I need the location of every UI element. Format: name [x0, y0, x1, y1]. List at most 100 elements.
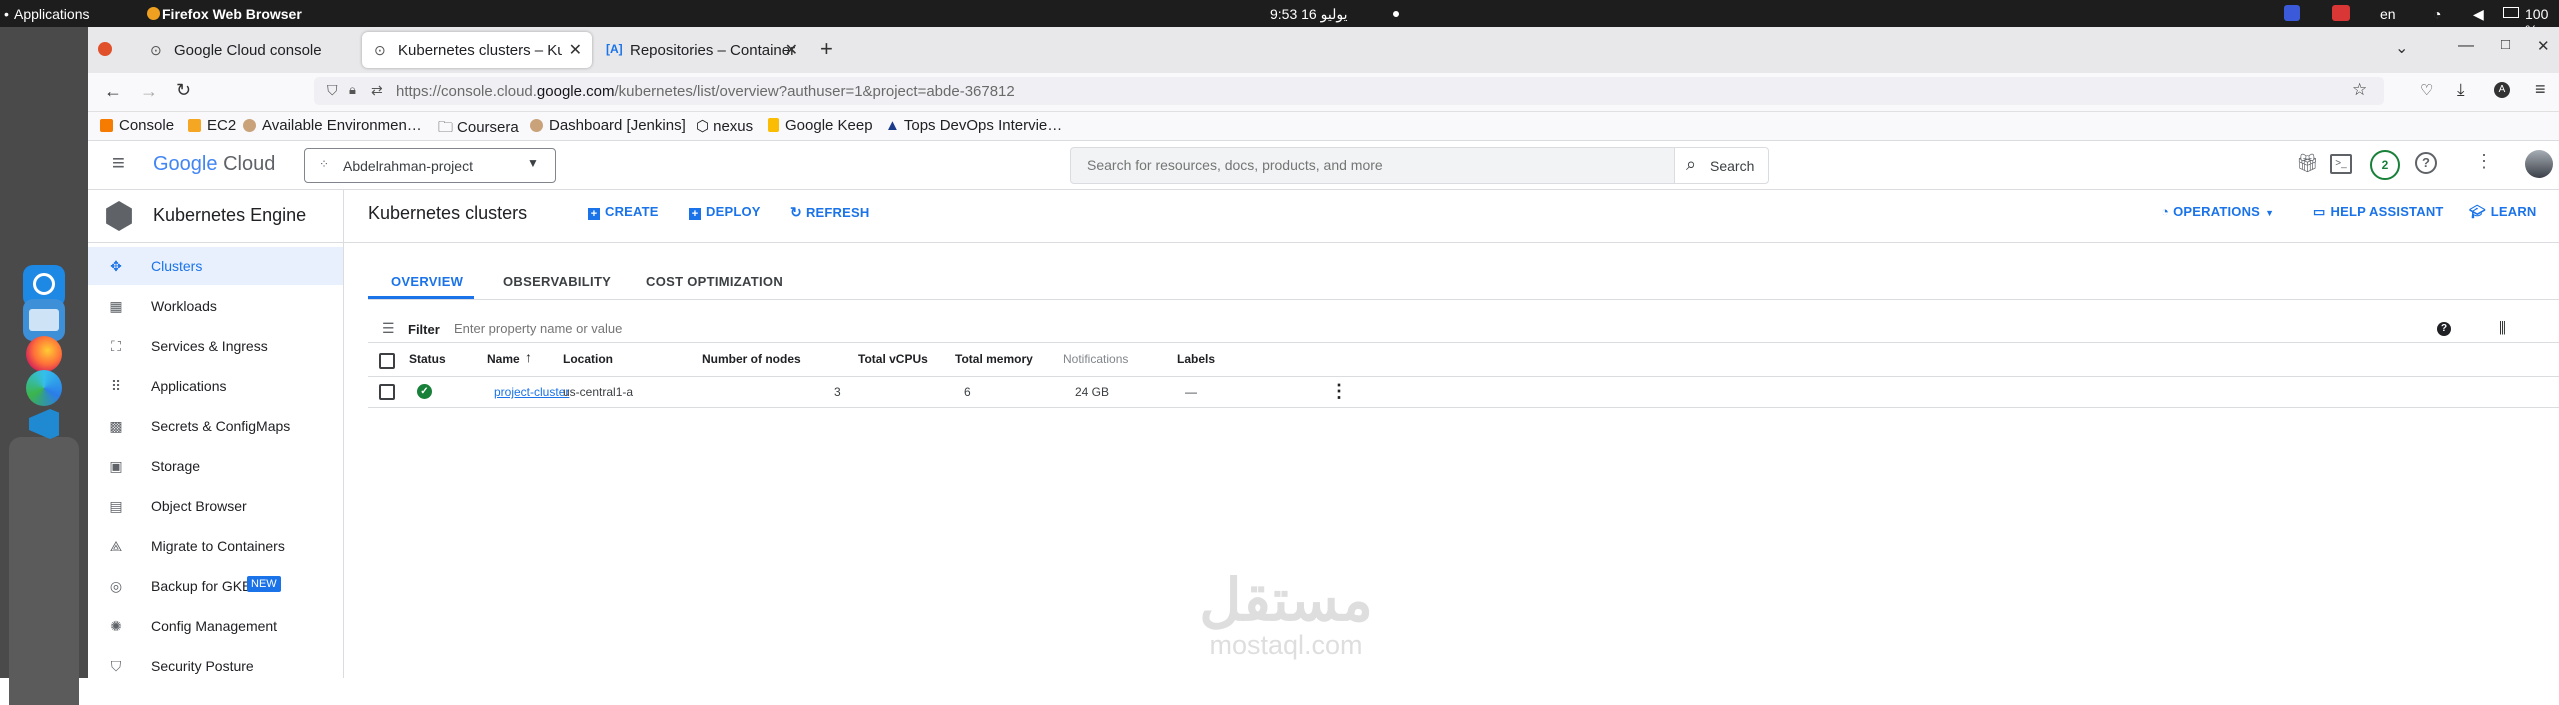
- bookmark-jenkins[interactable]: Dashboard [Jenkins]: [530, 117, 686, 134]
- column-notifications[interactable]: Notifications: [1063, 352, 1128, 366]
- bookmark-devops-interview[interactable]: ▲ Tops DevOps Intervie…: [885, 117, 1062, 134]
- back-icon[interactable]: ←: [104, 81, 122, 102]
- reload-icon[interactable]: ↻: [176, 80, 191, 101]
- bookmark-star-icon[interactable]: ☆: [2352, 80, 2367, 100]
- wifi-icon[interactable]: ◔: [2433, 6, 2441, 22]
- help-circle-icon[interactable]: ?: [2437, 322, 2451, 336]
- pocket-icon[interactable]: ♡: [2420, 81, 2433, 99]
- tab-kubernetes-clusters[interactable]: ⊙ Kubernetes clusters – Kub ✕: [362, 32, 592, 68]
- create-button[interactable]: + CREATE: [588, 204, 659, 220]
- sidebar-item-label: Secrets & ConfigMaps: [151, 418, 291, 434]
- select-all-checkbox[interactable]: [379, 353, 395, 369]
- maximize-window-icon[interactable]: □: [2501, 36, 2510, 53]
- tab-cost-optimization[interactable]: COST OPTIMIZATION: [646, 274, 783, 289]
- watermark-text: mostaql.com: [1209, 630, 1363, 660]
- shield-icon[interactable]: ⛉: [327, 82, 338, 99]
- learn-button[interactable]: 🎓︎ LEARN: [2469, 204, 2537, 220]
- sidebar-item-services-ingress[interactable]: ⛶ Services & Ingress: [88, 327, 343, 365]
- help-icon[interactable]: ?: [2415, 152, 2437, 174]
- bookmark-ec2[interactable]: EC2: [188, 117, 236, 134]
- sidebar-item-security-posture[interactable]: ⛉ Security Posture: [88, 647, 343, 685]
- column-labels[interactable]: Labels: [1177, 352, 1215, 366]
- page-title: Kubernetes clusters: [368, 203, 528, 223]
- url-text[interactable]: https://console.cloud.google.com/kuberne…: [396, 83, 1015, 100]
- help-assistant-button[interactable]: ▭ HELP ASSISTANT: [2313, 204, 2444, 220]
- tabs-divider: [368, 299, 2559, 300]
- main-menu-icon[interactable]: ≡: [112, 150, 125, 176]
- activities-menu[interactable]: Applications: [14, 6, 90, 22]
- column-status[interactable]: Status: [409, 352, 446, 366]
- forward-icon[interactable]: →: [140, 81, 158, 102]
- avatar[interactable]: [2525, 150, 2553, 178]
- search-button[interactable]: ⌕ Search: [1674, 147, 1769, 184]
- google-cloud-logo[interactable]: Google Cloud: [153, 153, 275, 176]
- battery-icon[interactable]: [2503, 7, 2519, 18]
- sidebar-item-applications[interactable]: ⠿ Applications: [88, 367, 343, 405]
- column-display-icon[interactable]: ⫼: [2499, 320, 2506, 337]
- url-bar[interactable]: ⛉ 🔒︎ ⇄ https://console.cloud.google.com/…: [314, 77, 2384, 105]
- tray-video-icon[interactable]: [2332, 5, 2350, 21]
- row-checkbox[interactable]: [379, 384, 395, 400]
- bookmark-google-keep[interactable]: Google Keep: [768, 117, 873, 134]
- deploy-button[interactable]: + DEPLOY: [689, 204, 761, 220]
- tab-repositories[interactable]: [A] Repositories – Container ✕: [594, 32, 890, 68]
- tab-overview[interactable]: OVERVIEW: [391, 274, 463, 289]
- close-tab-icon[interactable]: ✕: [785, 40, 798, 60]
- sidebar-item-storage[interactable]: ▣ Storage: [88, 447, 343, 485]
- cloud-shell-icon[interactable]: >_: [2330, 154, 2352, 174]
- search-icon: ⌕: [1686, 154, 1697, 174]
- column-number-of-nodes[interactable]: Number of nodes: [702, 352, 801, 366]
- bookmark-nexus[interactable]: ⬡ nexus: [696, 117, 753, 135]
- sidebar-item-backup-for-gke[interactable]: ◎ Backup for GKE NEW: [88, 567, 343, 605]
- more-vert-icon[interactable]: ⋮: [2475, 151, 2493, 172]
- column-total-vcpus[interactable]: Total vCPUs: [858, 352, 928, 366]
- column-total-memory[interactable]: Total memory: [955, 352, 1033, 366]
- sidebar-item-workloads[interactable]: ▦ Workloads: [88, 287, 343, 325]
- app-menu-icon[interactable]: ≡: [2535, 79, 2546, 100]
- bookmark-label: Console: [119, 117, 175, 134]
- sort-ascending-icon[interactable]: ↑: [525, 349, 532, 365]
- sidebar-item-migrate-to-containers[interactable]: ⟁ Migrate to Containers: [88, 527, 343, 565]
- new-tab-button[interactable]: +: [820, 36, 833, 62]
- clusters-icon: ✥: [110, 258, 122, 274]
- firefox-view-icon[interactable]: [98, 42, 112, 56]
- refresh-button[interactable]: ↻ REFRESH: [790, 204, 869, 221]
- language-indicator[interactable]: en: [2380, 6, 2396, 22]
- search-box[interactable]: [1070, 147, 1677, 184]
- operations-button[interactable]: ◔ OPERATIONS ▼: [2161, 204, 2274, 219]
- minimize-window-icon[interactable]: —: [2458, 37, 2474, 55]
- clock[interactable]: 9:53 16 يوليو: [1270, 6, 1347, 23]
- account-icon[interactable]: A: [2494, 82, 2510, 98]
- tab-observability[interactable]: OBSERVABILITY: [503, 274, 611, 289]
- cluster-nodes: 3: [834, 385, 841, 399]
- close-tab-icon[interactable]: ✕: [569, 40, 582, 60]
- bookmark-coursera[interactable]: 🗀 Coursera: [438, 117, 519, 142]
- sidebar-item-config-management[interactable]: ✺ Config Management: [88, 607, 343, 645]
- sidebar-item-secrets-configmaps[interactable]: ▩ Secrets & ConfigMaps: [88, 407, 343, 445]
- bookmark-available-environments[interactable]: Available Environmen…: [243, 117, 422, 134]
- close-window-icon[interactable]: ✕: [2537, 37, 2550, 55]
- downloads-icon[interactable]: ⤓: [2457, 80, 2465, 100]
- sidebar-item-label: Config Management: [151, 618, 278, 634]
- artifact-registry-icon: [A]: [606, 42, 623, 56]
- notifications-badge[interactable]: 2: [2370, 150, 2400, 180]
- sidebar-item-object-browser[interactable]: ▤ Object Browser: [88, 487, 343, 525]
- search-input[interactable]: [1085, 156, 1659, 174]
- list-all-tabs-icon[interactable]: ⌄: [2395, 38, 2408, 58]
- vscode-icon[interactable]: [23, 403, 65, 445]
- project-picker[interactable]: ⁘ Abdelrahman-project ▼: [304, 148, 556, 183]
- volume-icon[interactable]: ◀: [2473, 6, 2484, 23]
- deploy-icon: +: [689, 208, 701, 220]
- permissions-icon[interactable]: ⇄: [371, 82, 383, 99]
- active-app-name[interactable]: Firefox Web Browser: [162, 6, 302, 22]
- lock-icon[interactable]: 🔒︎: [349, 82, 356, 98]
- sidebar-item-clusters[interactable]: ✥ Clusters: [88, 247, 343, 285]
- bookmark-console[interactable]: Console: [100, 117, 174, 134]
- gift-icon[interactable]: 🎁︎: [2296, 153, 2319, 174]
- cluster-name-link[interactable]: project-cluster: [494, 385, 569, 399]
- tray-app-icon[interactable]: [2284, 5, 2300, 21]
- row-actions-icon[interactable]: ⋮: [1330, 381, 1348, 402]
- filter-input[interactable]: [452, 320, 856, 337]
- column-name[interactable]: Name: [487, 352, 520, 366]
- column-location[interactable]: Location: [563, 352, 613, 366]
